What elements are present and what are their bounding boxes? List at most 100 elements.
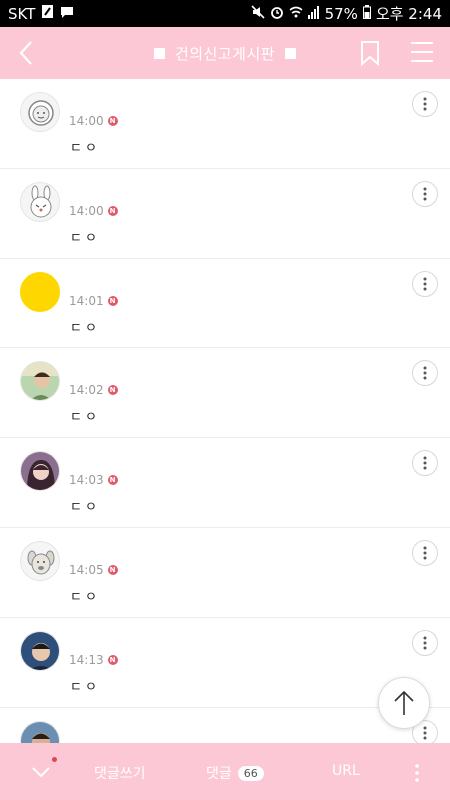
title-square-left (153, 47, 165, 59)
write-comment-button[interactable]: 댓글쓰기 (94, 763, 146, 783)
comment-text: ㄷㅇ (70, 500, 100, 516)
photo-avatar-icon (21, 452, 59, 491)
more-vertical-icon (423, 546, 427, 560)
photo-avatar-icon (21, 721, 59, 743)
comments-label: 댓글 (206, 766, 232, 782)
more-vertical-icon (423, 726, 427, 740)
comment-text: ㄷㅇ (70, 230, 100, 246)
clock: 오후 2:44 (375, 5, 442, 23)
page-title-group: 건의신고게시판 (0, 27, 450, 79)
more-vertical-icon (423, 636, 427, 650)
more-vertical-icon (423, 366, 427, 380)
comment-text: ㄷㅇ (70, 410, 100, 426)
more-options-button[interactable] (412, 270, 438, 297)
chevron-down-icon (32, 767, 50, 778)
bottom-bar: 댓글쓰기 댓글 66 URL (0, 743, 450, 800)
more-options-button[interactable] (412, 450, 438, 477)
comment-list[interactable]: 14:00 N ㄷㅇ 14:00 N ㄷㅇ 14:01 N ㄷㅇ 14:02 N… (0, 79, 450, 743)
comment-item: 14:03 N ㄷㅇ (0, 438, 450, 528)
rabbit-character-icon (21, 182, 59, 221)
comment-time: 14:03 (69, 473, 104, 488)
more-options-button[interactable] (412, 91, 438, 117)
comment-item: 14:02 N ㄷㅇ (0, 348, 450, 439)
comment-meta: 14:01 N (69, 294, 118, 308)
comment-meta: 14:13 N (69, 653, 118, 667)
menu-button[interactable] (410, 41, 434, 63)
more-vertical-icon (415, 764, 419, 782)
comment-time: 14:00 (69, 203, 104, 218)
comment-item: 14:00 N ㄷㅇ (0, 79, 450, 169)
bookmark-button[interactable] (360, 40, 380, 67)
yellow-circle-icon (21, 272, 59, 311)
menu-icon (411, 42, 433, 62)
avatar[interactable] (20, 720, 60, 743)
edit-icon (41, 4, 54, 23)
comment-time: 14:00 (69, 114, 104, 128)
gray-character-icon (21, 93, 59, 131)
page-title: 건의신고게시판 (174, 44, 276, 63)
bottom-more-button[interactable] (412, 761, 422, 785)
new-badge: N (107, 295, 118, 306)
comment-text: ㄷㅇ (70, 589, 100, 605)
comment-item: 14:01 N ㄷㅇ (0, 259, 450, 349)
comment-meta: 14:05 N (69, 563, 118, 577)
comment-item: 14:00 N ㄷㅇ (0, 169, 450, 259)
bookmark-icon (361, 41, 379, 67)
avatar[interactable] (20, 361, 60, 402)
alarm-icon (270, 5, 284, 23)
comment-text: ㄷㅇ (70, 679, 100, 695)
title-square-right (285, 47, 297, 59)
url-button[interactable]: URL (332, 763, 360, 779)
signal-icon (307, 5, 320, 23)
chat-icon (60, 5, 74, 23)
dog-character-icon (21, 541, 59, 580)
new-badge: N (107, 385, 118, 396)
back-icon (19, 41, 32, 65)
arrow-up-icon (394, 690, 414, 715)
avatar[interactable] (20, 630, 60, 671)
notification-dot (52, 757, 57, 762)
back-button[interactable] (14, 39, 40, 67)
battery-icon (362, 4, 371, 23)
comment-time: 14:01 (69, 293, 104, 308)
avatar[interactable] (20, 181, 60, 222)
comment-text: ㄷㅇ (70, 320, 100, 336)
avatar[interactable] (20, 540, 60, 581)
new-badge: N (107, 564, 118, 575)
mute-icon (251, 4, 265, 23)
more-vertical-icon (423, 97, 427, 111)
collapse-button[interactable] (30, 763, 52, 781)
more-options-button[interactable] (412, 360, 438, 387)
more-options-button[interactable] (412, 629, 438, 656)
avatar[interactable] (20, 271, 60, 312)
comment-meta: 14:02 N (69, 383, 118, 397)
more-options-button[interactable] (412, 180, 438, 207)
comment-meta: 14:03 N (69, 473, 118, 487)
avatar[interactable] (20, 92, 60, 132)
new-badge: N (107, 116, 118, 126)
comment-count-badge: 66 (237, 765, 264, 781)
comment-meta: 14:00 N (69, 114, 118, 128)
more-vertical-icon (423, 456, 427, 470)
battery-percent: 57% (324, 4, 358, 23)
more-vertical-icon (423, 187, 427, 201)
wifi-icon (289, 5, 303, 23)
carrier-label: SKT (8, 4, 36, 23)
more-vertical-icon (423, 277, 427, 291)
comment-text: ㄷㅇ (70, 141, 100, 156)
comment-time: 14:05 (69, 562, 104, 577)
comment-time: 14:13 (69, 652, 104, 667)
avatar[interactable] (20, 451, 60, 492)
new-badge: N (107, 654, 118, 665)
app-header: 건의신고게시판 (0, 27, 450, 79)
comments-button[interactable]: 댓글 66 (206, 763, 264, 783)
photo-avatar-icon (21, 362, 59, 401)
comment-meta: 14:00 N (69, 204, 118, 218)
comment-item: 14:05 N ㄷㅇ (0, 528, 450, 618)
scroll-to-top-button[interactable] (378, 677, 430, 729)
more-options-button[interactable] (412, 539, 438, 566)
photo-avatar-icon (21, 631, 59, 670)
status-bar: SKT 57% 오후 2:44 (0, 0, 450, 27)
new-badge: N (107, 475, 118, 486)
comment-time: 14:02 (69, 383, 104, 398)
